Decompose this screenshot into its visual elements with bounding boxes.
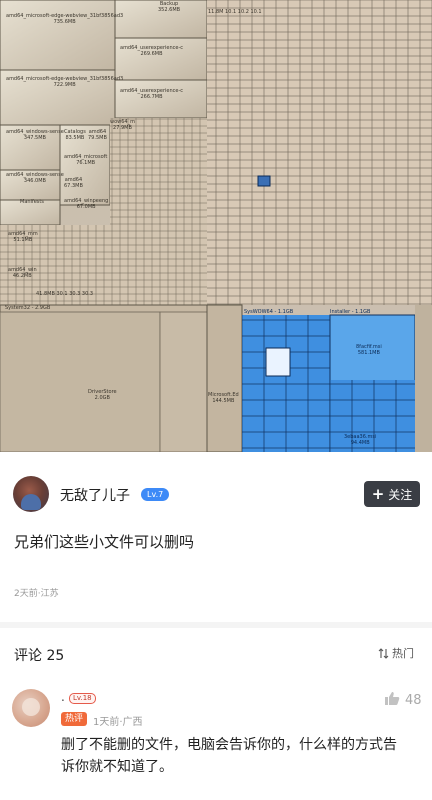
- comment-text: 删了不能删的文件，电脑会告诉你的，什么样的方式告诉你就不知道了。: [61, 737, 397, 775]
- follow-button[interactable]: + 关注: [364, 481, 420, 507]
- author-avatar[interactable]: [13, 476, 49, 512]
- treemap-label-catalogs: Catalogs 83.5MB: [64, 129, 86, 141]
- treemap-label-driverstore: DriverStore 2.0GB: [88, 389, 117, 401]
- section-divider: [0, 622, 432, 628]
- treemap-label-amd64-67: amd64 67.3MB: [64, 177, 83, 189]
- treemap-label-sizes-row: 41.8MB 30.1 30.3 30.3: [36, 291, 94, 297]
- treemap-label-manifests: Manifests: [20, 199, 44, 205]
- treemap-label-win-sense-2: amd64_windows-sense 346.0MB: [6, 172, 64, 184]
- treemap-label-amd64-79: amd64 79.5MB: [88, 129, 107, 141]
- comment-meta: 1天前·广西: [93, 717, 143, 728]
- post-meta: 2天前·江苏: [14, 589, 59, 599]
- like-count: 48: [405, 693, 422, 708]
- post-photo[interactable]: Backup 352.6MB amd64_microsoft-edge-webvie…: [0, 0, 432, 452]
- follow-label: 关注: [388, 487, 413, 502]
- treemap-label-win-defender: amd64_win 46.2MB: [8, 267, 37, 279]
- treemap-label-sizes-top: 11.8M 10.1 10.2 10.1: [208, 9, 262, 15]
- treemap-label-edge-2: amd64_microsoft-edge-webview_31bf3856ad3…: [6, 76, 124, 88]
- sort-icon: [378, 647, 389, 659]
- thumbs-up-icon: [384, 691, 400, 710]
- treemap-label-microsoft-ed: Microsoft.Ed 144.5MB: [208, 392, 239, 404]
- treemap-label-system32: System32 - 2.9GB: [5, 305, 51, 311]
- treemap-label-win-sense-1: amd64_windows-sense 347.5MB: [6, 129, 64, 141]
- treemap-image: [0, 0, 432, 452]
- like-button[interactable]: 48: [384, 691, 422, 710]
- treemap-label-userexp-2: amd64_userexperience-c 266.7MB: [120, 88, 184, 100]
- treemap-label-backup: Backup 352.6MB: [158, 1, 181, 13]
- commenter-avatar[interactable]: [12, 689, 50, 727]
- sort-hot-button[interactable]: 热门: [378, 645, 414, 661]
- commenter-name[interactable]: .: [61, 690, 65, 704]
- treemap-label-amd64-51: amd64_mm 51.1MB: [8, 231, 38, 243]
- treemap-label-installer: Installer - 1.1GB: [330, 309, 371, 315]
- treemap-label-msi-94: 3ebaa36.msi 94.4MB: [344, 434, 377, 446]
- treemap-label-winpe: amd64_winpeeng 67.0MB: [64, 198, 109, 210]
- treemap-label-edge-1: amd64_microsoft-edge-webview_31bf3856ad3…: [6, 13, 124, 25]
- treemap-label-microsoft-76: amd64_microsoft 76.1MB: [64, 154, 108, 166]
- plus-icon: +: [371, 484, 385, 503]
- sort-label: 热门: [392, 647, 414, 660]
- treemap-label-syswow64: SysWOW64 - 1.1GB: [244, 309, 294, 315]
- comments-count: 评论 25: [14, 648, 65, 664]
- author-name[interactable]: 无敌了儿子: [60, 485, 130, 505]
- treemap-label-userexp-1: amd64_userexperience-c 269.6MB: [120, 45, 184, 57]
- treemap-label-wow64-27: wow64_m 27.9MB: [110, 119, 135, 131]
- commenter-level-badge: Lv.18: [69, 693, 96, 704]
- post-text: 兄弟们这些小文件可以删吗: [14, 533, 195, 551]
- author-level-badge: Lv.7: [141, 488, 170, 501]
- treemap-label-msi-581: 8facfif.msi 581.1MB: [356, 344, 382, 356]
- hot-comment-tag: 热评: [61, 712, 88, 726]
